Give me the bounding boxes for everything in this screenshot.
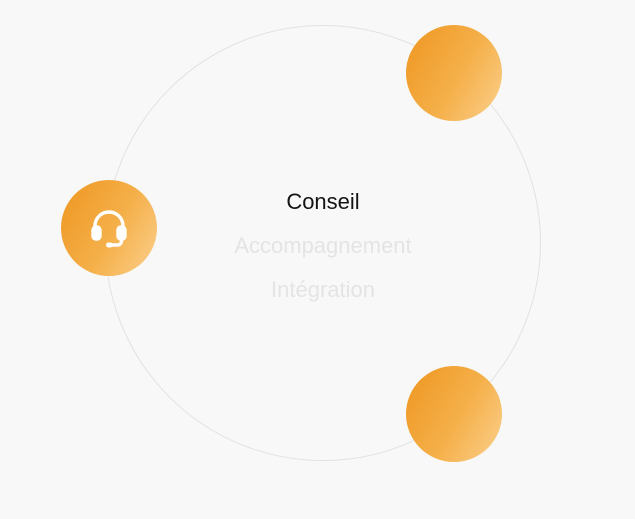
service-node-integration[interactable] (406, 366, 502, 462)
service-label-conseil[interactable]: Conseil (173, 180, 473, 224)
service-node-accompagnement[interactable] (406, 25, 502, 121)
service-label-integration[interactable]: Intégration (173, 268, 473, 312)
services-carousel: Conseil Accompagnement Intégration (0, 0, 635, 519)
service-node-conseil[interactable] (61, 180, 157, 276)
service-label-accompagnement[interactable]: Accompagnement (173, 224, 473, 268)
headset-icon (87, 206, 131, 250)
service-labels: Conseil Accompagnement Intégration (173, 180, 473, 312)
